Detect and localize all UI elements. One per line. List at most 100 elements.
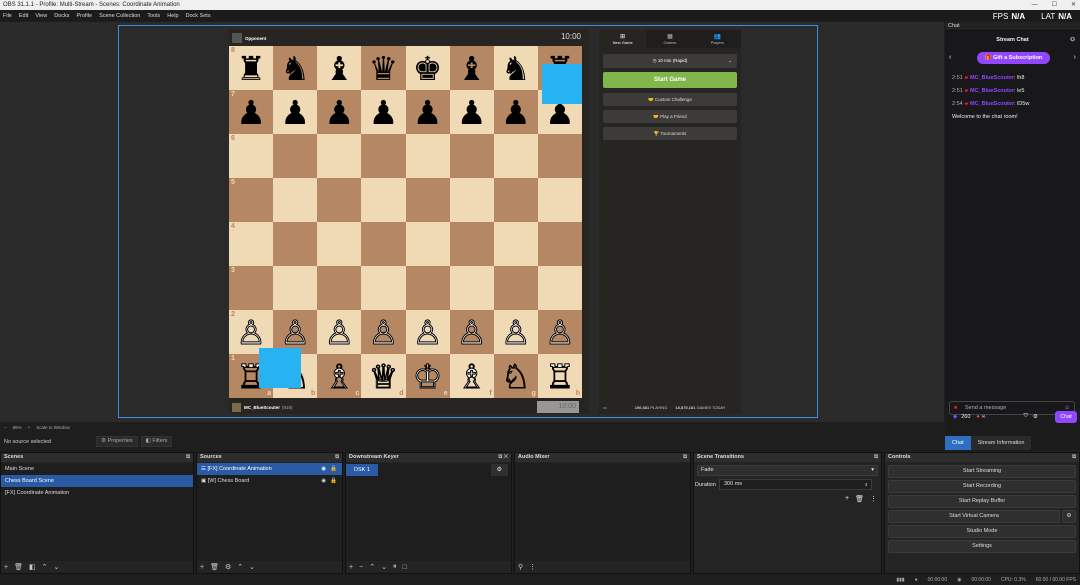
chess-piece[interactable]: ♙ [456, 315, 487, 349]
shield-icon[interactable]: ⛉ [1024, 413, 1028, 420]
board-square[interactable]: 7 ♟ [229, 90, 274, 134]
add-icon[interactable]: + [349, 564, 353, 571]
chess-piece[interactable]: ♘ [501, 359, 532, 393]
float-icon[interactable]: ⧉ [335, 453, 339, 462]
chess-piece[interactable]: ♞ [280, 52, 310, 85]
close-icon[interactable]: ⧉ ✕ [498, 453, 508, 462]
filters-button[interactable]: ◧ Filters [140, 436, 173, 447]
board-square[interactable]: 3 [229, 266, 274, 310]
start-virtual-camera-button[interactable]: Start Virtual Camera [888, 510, 1060, 523]
lock-icon[interactable]: 🔒 [330, 475, 337, 487]
board-square[interactable] [449, 266, 494, 310]
board-square[interactable]: ♞ [493, 46, 538, 90]
properties-button[interactable]: ⚙ Properties [96, 436, 138, 447]
board-square[interactable]: 5 [229, 178, 274, 222]
add-icon[interactable]: + [200, 564, 204, 571]
stop-icon[interactable]: □ [402, 564, 406, 571]
users-icon[interactable]: ⚇ [1070, 31, 1075, 49]
chess-piece[interactable]: ♟ [457, 96, 487, 129]
trash-icon[interactable]: 🗑 [855, 495, 864, 503]
tab-players[interactable]: 👥 Players [694, 30, 741, 48]
board-square[interactable] [405, 134, 450, 178]
menu-profile[interactable]: Profile [76, 13, 92, 19]
chess-board[interactable]: 8♜♞♝♛♚♝♞♜7♟♟♟♟♟♟♟♟65432♙♙♙♙♙♙♙♙1a♖b♘c♗d♕… [229, 46, 582, 398]
float-icon[interactable]: ⧉ [186, 453, 190, 462]
board-square[interactable]: ♝ [317, 46, 362, 90]
chess-piece[interactable]: ♕ [368, 359, 399, 393]
board-square[interactable]: ♙ [493, 310, 538, 354]
trash-icon[interactable]: 🗑 [14, 563, 23, 571]
tournaments-button[interactable]: 🏆 Tournaments [603, 127, 737, 140]
chess-piece[interactable]: ♟ [413, 96, 443, 129]
chess-piece[interactable]: ♟ [325, 96, 355, 129]
settings-button[interactable]: Settings [888, 540, 1076, 553]
chess-piece[interactable]: ♗ [324, 359, 355, 393]
float-icon[interactable]: ⧉ [683, 453, 687, 462]
lock-icon[interactable]: 🔒 [330, 463, 337, 475]
chess-piece[interactable]: ♟ [369, 96, 399, 129]
add-icon[interactable]: + [4, 564, 8, 571]
chess-piece[interactable]: ♜ [236, 52, 266, 85]
source-item[interactable]: ▣ [W] Chess Board ◉ 🔒 [197, 475, 342, 487]
board-square[interactable] [493, 134, 538, 178]
chess-piece[interactable]: ♙ [545, 315, 576, 349]
board-square[interactable] [361, 266, 406, 310]
board-square[interactable]: g ♘ [493, 354, 538, 398]
board-square[interactable]: c ♗ [317, 354, 362, 398]
board-square[interactable] [317, 134, 362, 178]
time-control-select[interactable]: ◷ 10 min (Rapid) ⌄ [603, 54, 737, 68]
chess-piece[interactable]: ♙ [236, 315, 267, 349]
zoom-in-icon[interactable]: + [28, 425, 31, 430]
board-square[interactable] [405, 222, 450, 266]
down-icon[interactable]: ⌄ [53, 563, 59, 571]
board-square[interactable]: ♙ [361, 310, 406, 354]
float-icon[interactable]: ⧉ [874, 453, 878, 462]
message-user[interactable]: MC_BlueScouter [970, 88, 1014, 94]
add-icon[interactable]: + [845, 495, 849, 503]
chevron-left-icon[interactable]: ‹ [949, 54, 951, 61]
chess-piece[interactable]: ♟ [501, 96, 531, 129]
scale-mode[interactable]: Scale to Window [36, 425, 70, 430]
minimize-icon[interactable]: — [1032, 0, 1038, 10]
board-square[interactable]: ♛ [361, 46, 406, 90]
virtual-camera-settings-button[interactable]: ⚙ [1062, 510, 1076, 523]
chess-piece[interactable]: ♟ [236, 96, 266, 129]
chess-piece[interactable]: ♟ [280, 96, 310, 129]
start-recording-button[interactable]: Start Recording [888, 480, 1076, 493]
board-square[interactable] [317, 266, 362, 310]
gift-subscription-button[interactable]: 🎁 Gift a Subscription [977, 52, 1050, 64]
chess-piece[interactable]: ♞ [501, 52, 531, 85]
board-square[interactable]: ♚ [405, 46, 450, 90]
board-square[interactable] [273, 134, 318, 178]
chess-piece[interactable]: ♙ [324, 315, 355, 349]
message-user[interactable]: MC_BlueScouter [970, 101, 1014, 107]
board-square[interactable]: ♙ [449, 310, 494, 354]
menu-edit[interactable]: Edit [19, 13, 28, 19]
chess-piece[interactable]: ♚ [413, 52, 443, 85]
board-square[interactable]: ♟ [317, 90, 362, 134]
board-square[interactable] [405, 266, 450, 310]
message-user[interactable]: MC_BlueScouter [970, 75, 1014, 81]
chess-piece[interactable]: ♖ [545, 359, 576, 393]
chess-piece[interactable]: ♙ [412, 315, 443, 349]
board-square[interactable]: 6 [229, 134, 274, 178]
remove-icon[interactable]: − [359, 564, 363, 571]
board-square[interactable] [537, 178, 582, 222]
board-square[interactable] [493, 222, 538, 266]
board-square[interactable] [317, 222, 362, 266]
board-square[interactable] [273, 178, 318, 222]
up-icon[interactable]: ⌃ [42, 563, 48, 571]
maximize-icon[interactable]: ☐ [1052, 0, 1057, 10]
board-square[interactable] [361, 134, 406, 178]
down-icon[interactable]: ⌄ [381, 563, 387, 571]
tab-new-game[interactable]: ⊞ New Game [599, 30, 647, 48]
menu-scene-collection[interactable]: Scene Collection [99, 13, 140, 19]
stepper-icon[interactable]: ⇕ [865, 480, 868, 489]
board-square[interactable] [537, 266, 582, 310]
board-square[interactable]: ♟ [273, 90, 318, 134]
link-icon[interactable]: ⚲ [518, 563, 523, 571]
board-square[interactable] [537, 222, 582, 266]
tab-stream-information[interactable]: Stream Information [970, 436, 1032, 450]
dsk-tab[interactable]: DSK 1 [346, 464, 378, 476]
menu-tools[interactable]: Tools [147, 13, 160, 19]
